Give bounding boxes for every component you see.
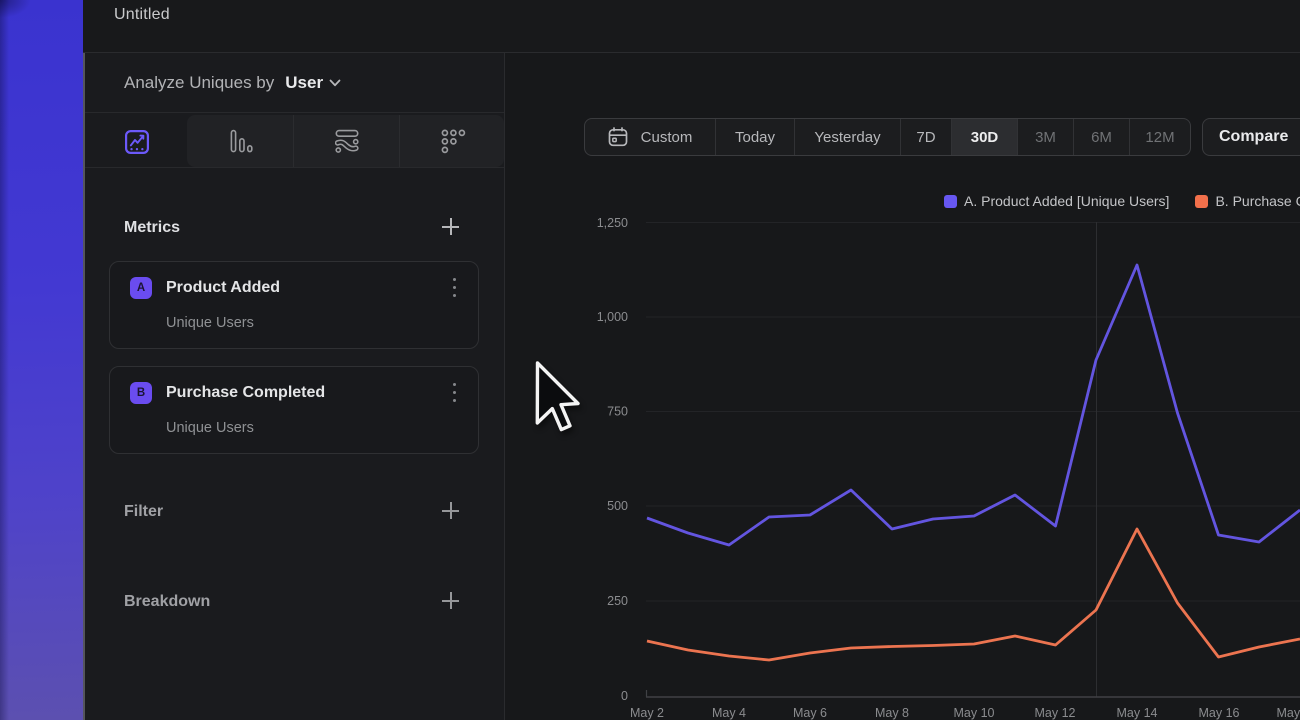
svg-text:May 8: May 8 [875,706,909,720]
svg-text:May 12: May 12 [1035,706,1076,720]
svg-text:May 14: May 14 [1117,706,1158,720]
svg-text:500: 500 [607,499,628,513]
svg-text:1,250: 1,250 [597,216,628,230]
svg-text:May 18: May 18 [1277,706,1300,720]
svg-text:250: 250 [607,594,628,608]
svg-text:May 6: May 6 [793,706,827,720]
svg-text:750: 750 [607,405,628,419]
svg-text:May 10: May 10 [954,706,995,720]
svg-text:May 2: May 2 [630,706,664,720]
svg-text:May 4: May 4 [712,706,746,720]
svg-text:0: 0 [621,689,628,703]
svg-text:1,000: 1,000 [597,310,628,324]
svg-text:May 16: May 16 [1199,706,1240,720]
